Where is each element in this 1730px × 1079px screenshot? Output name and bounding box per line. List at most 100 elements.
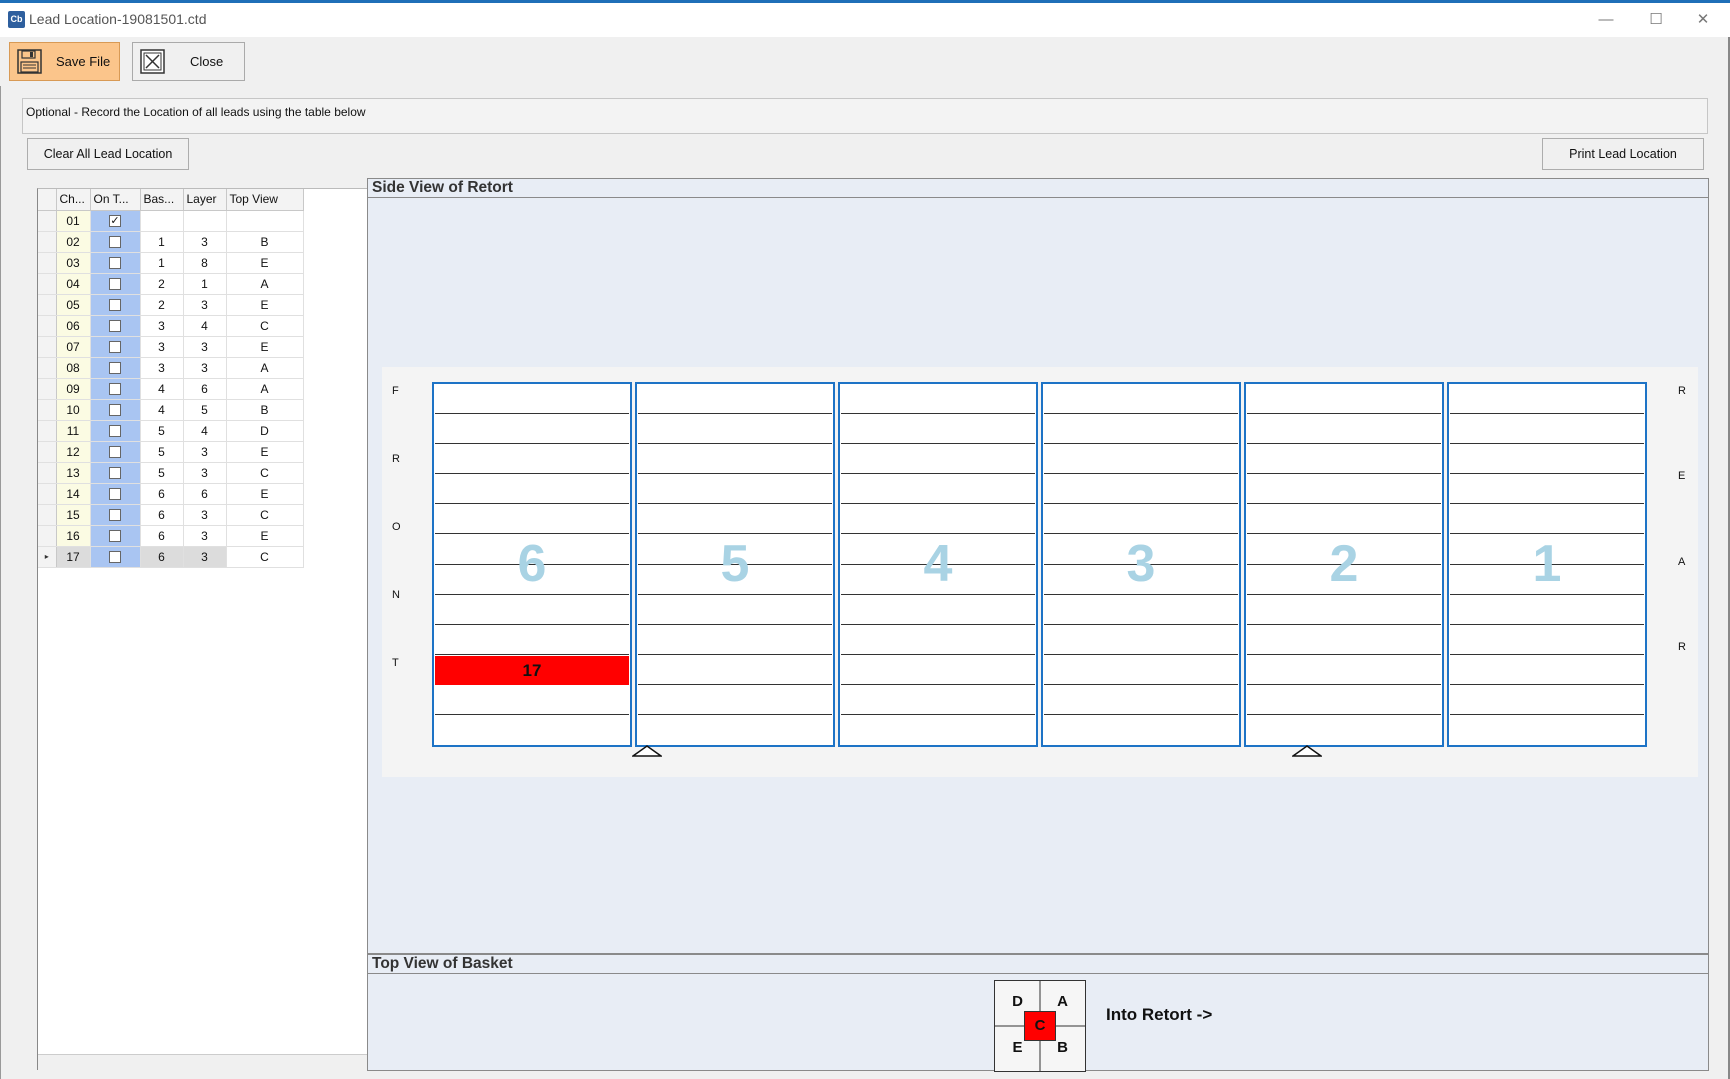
table-row[interactable]: 10 4 5 B [38, 399, 304, 421]
on-tray-cell[interactable] [90, 504, 141, 526]
basket-cell[interactable]: 1 [140, 252, 184, 274]
layer-cell[interactable]: 4 [183, 420, 227, 442]
on-tray-checkbox[interactable] [109, 509, 121, 522]
top-view-cell[interactable]: E [226, 294, 304, 316]
channel-cell[interactable]: 13 [56, 462, 91, 484]
on-tray-cell[interactable] [90, 294, 141, 316]
layer-cell[interactable]: 1 [183, 273, 227, 295]
channel-cell[interactable]: 11 [56, 420, 91, 442]
channel-cell[interactable]: 09 [56, 378, 91, 400]
basket-cell[interactable]: 4 [140, 378, 184, 400]
table-row[interactable]: 13 5 3 C [38, 462, 304, 484]
on-tray-checkbox[interactable] [109, 383, 121, 396]
layer-cell[interactable]: 3 [183, 336, 227, 358]
table-row[interactable]: 16 6 3 E [38, 525, 304, 547]
basket-cell[interactable]: 3 [140, 336, 184, 358]
on-tray-checkbox[interactable] [109, 404, 121, 417]
basket-2[interactable]: 2 [1244, 382, 1444, 747]
basket-cell[interactable] [140, 210, 184, 232]
channel-cell[interactable]: 02 [56, 231, 91, 253]
table-row[interactable]: ▸ 17 6 3 C [38, 546, 304, 568]
basket-3[interactable]: 3 [1041, 382, 1241, 747]
basket-cell[interactable]: 3 [140, 357, 184, 379]
channel-cell[interactable]: 12 [56, 441, 91, 463]
top-view-cell[interactable]: D [226, 420, 304, 442]
on-tray-checkbox[interactable] [109, 341, 121, 354]
on-tray-checkbox[interactable] [109, 530, 121, 543]
on-tray-checkbox[interactable] [109, 236, 121, 249]
top-view-cell[interactable]: C [226, 315, 304, 337]
clear-all-lead-location-button[interactable]: Clear All Lead Location [27, 138, 189, 170]
basket-cell[interactable]: 4 [140, 399, 184, 421]
print-lead-location-button[interactable]: Print Lead Location [1542, 138, 1704, 170]
channel-cell[interactable]: 04 [56, 273, 91, 295]
on-tray-checkbox[interactable] [109, 446, 121, 459]
basket-4[interactable]: 4 [838, 382, 1038, 747]
layer-cell[interactable]: 4 [183, 315, 227, 337]
top-view-cell[interactable]: A [226, 273, 304, 295]
on-tray-cell[interactable] [90, 315, 141, 337]
on-tray-cell[interactable] [90, 231, 141, 253]
top-view-cell[interactable]: E [226, 525, 304, 547]
on-tray-cell[interactable]: ✓ [90, 210, 141, 232]
maximize-button[interactable]: ☐ [1634, 7, 1678, 33]
table-row[interactable]: 04 2 1 A [38, 273, 304, 295]
layer-cell[interactable]: 6 [183, 378, 227, 400]
layer-cell[interactable]: 6 [183, 483, 227, 505]
col-header-top-view[interactable]: Top View [226, 189, 304, 211]
top-view-cell[interactable] [226, 210, 304, 232]
horizontal-scrollbar[interactable] [38, 1054, 368, 1070]
top-view-cell[interactable]: E [226, 483, 304, 505]
on-tray-cell[interactable] [90, 378, 141, 400]
layer-cell[interactable]: 3 [183, 357, 227, 379]
on-tray-checkbox[interactable] [109, 425, 121, 438]
channel-cell[interactable]: 01 [56, 210, 91, 232]
channel-cell[interactable]: 14 [56, 483, 91, 505]
minimize-button[interactable]: — [1584, 7, 1628, 33]
table-row[interactable]: 05 2 3 E [38, 294, 304, 316]
basket-cell[interactable]: 5 [140, 462, 184, 484]
table-row[interactable]: 11 5 4 D [38, 420, 304, 442]
on-tray-cell[interactable] [90, 252, 141, 274]
basket-cell[interactable]: 2 [140, 294, 184, 316]
on-tray-checkbox[interactable]: ✓ [109, 215, 121, 228]
top-view-cell[interactable]: C [226, 504, 304, 526]
table-row[interactable]: 01 ✓ [38, 210, 304, 232]
on-tray-checkbox[interactable] [109, 257, 121, 270]
channel-cell[interactable]: 03 [56, 252, 91, 274]
basket-cell[interactable]: 6 [140, 483, 184, 505]
basket-cell[interactable]: 3 [140, 315, 184, 337]
basket-1[interactable]: 1 [1447, 382, 1647, 747]
on-tray-cell[interactable] [90, 462, 141, 484]
channel-cell[interactable]: 15 [56, 504, 91, 526]
basket-cell[interactable]: 2 [140, 273, 184, 295]
channel-cell[interactable]: 05 [56, 294, 91, 316]
top-view-cell[interactable]: C [226, 462, 304, 484]
layer-cell[interactable]: 3 [183, 546, 227, 568]
table-row[interactable]: 07 3 3 E [38, 336, 304, 358]
on-tray-checkbox[interactable] [109, 320, 121, 333]
basket-cell[interactable]: 5 [140, 441, 184, 463]
on-tray-cell[interactable] [90, 357, 141, 379]
table-row[interactable]: 08 3 3 A [38, 357, 304, 379]
top-view-cell[interactable]: B [226, 231, 304, 253]
channel-cell[interactable]: 16 [56, 525, 91, 547]
on-tray-cell[interactable] [90, 441, 141, 463]
on-tray-checkbox[interactable] [109, 488, 121, 501]
on-tray-checkbox[interactable] [109, 362, 121, 375]
save-file-button[interactable]: Save File [9, 42, 120, 81]
table-row[interactable]: 12 5 3 E [38, 441, 304, 463]
channel-cell[interactable]: 08 [56, 357, 91, 379]
table-row[interactable]: 06 3 4 C [38, 315, 304, 337]
on-tray-cell[interactable] [90, 399, 141, 421]
table-row[interactable]: 03 1 8 E [38, 252, 304, 274]
top-view-cell[interactable]: A [226, 378, 304, 400]
on-tray-cell[interactable] [90, 420, 141, 442]
table-row[interactable]: 15 6 3 C [38, 504, 304, 526]
col-header-on-tray[interactable]: On T... [90, 189, 141, 211]
top-view-cell[interactable]: E [226, 441, 304, 463]
top-view-cell[interactable]: A [226, 357, 304, 379]
on-tray-cell[interactable] [90, 483, 141, 505]
layer-cell[interactable]: 3 [183, 294, 227, 316]
basket-cell[interactable]: 6 [140, 504, 184, 526]
